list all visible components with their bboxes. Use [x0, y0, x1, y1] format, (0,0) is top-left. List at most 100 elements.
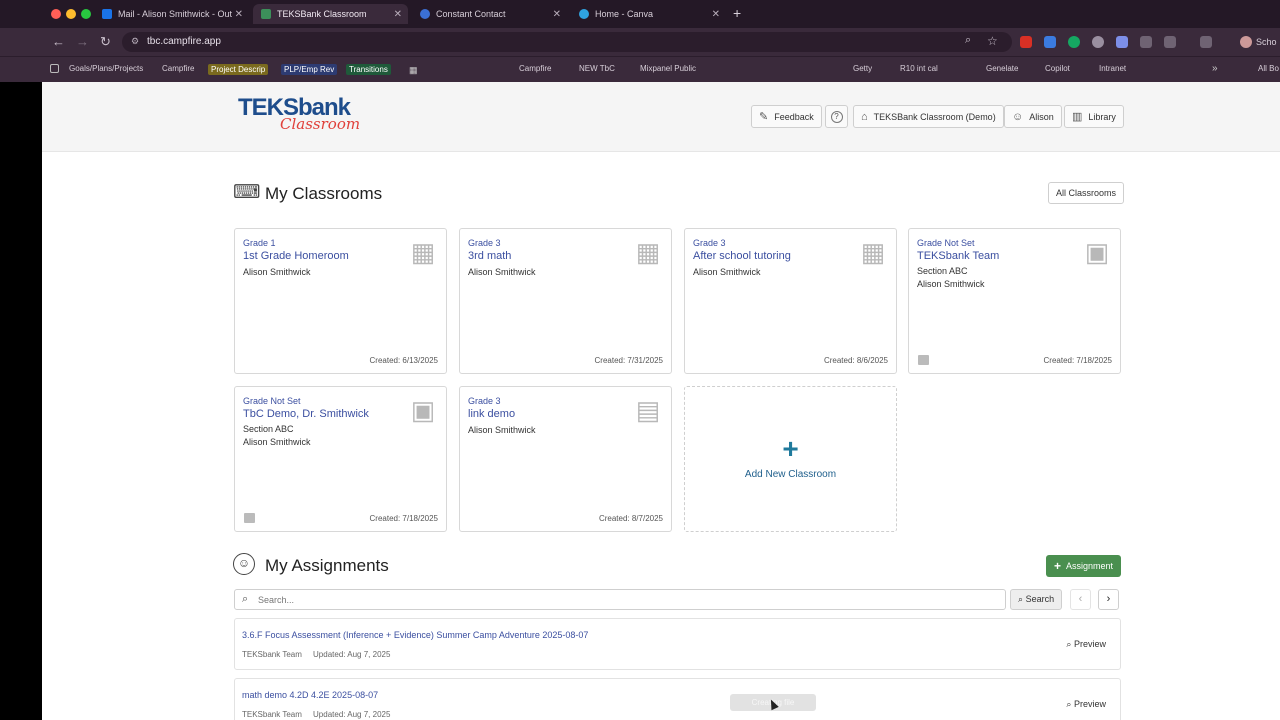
address-bar[interactable]: ⚙ tbc.campfire.app [122, 32, 1012, 52]
more-bookmarks-icon[interactable]: » [1212, 63, 1218, 74]
tab-label: Home - Canva [595, 9, 654, 19]
add-classroom-label[interactable]: Add New Classroom [685, 469, 896, 480]
extension-icon[interactable] [1116, 36, 1128, 48]
bookmark-item[interactable]: Goals/Plans/Projects [69, 64, 143, 73]
org-switcher-button[interactable]: ⌂ TEKSBank Classroom (Demo) [853, 105, 1004, 128]
help-icon: ? [830, 110, 843, 123]
grid-icon[interactable]: ▦ [409, 65, 418, 76]
prev-page-button[interactable]: ‹ [1070, 589, 1091, 610]
sidepanel-icon[interactable] [1200, 36, 1212, 48]
bookmark-item[interactable]: Campfire [519, 64, 551, 73]
forward-icon[interactable]: → [76, 34, 89, 49]
tab-teksbank[interactable]: TEKSBank Classroom ✕ [253, 4, 408, 24]
bookmark-star-icon[interactable]: ☆ [987, 34, 998, 48]
library-button[interactable]: ▥ Library [1064, 105, 1124, 128]
preview-button[interactable]: ⌕ Preview [1066, 639, 1106, 650]
user-menu-button[interactable]: ☺ Alison [1004, 105, 1062, 128]
bookmark-item[interactable]: Transitions [346, 64, 391, 75]
bookmark-item[interactable]: Getty [853, 64, 872, 73]
bookmark-item[interactable]: Project Descrip [208, 64, 269, 75]
search-icon: ⌕ [242, 593, 249, 605]
close-tab-icon[interactable]: ✕ [235, 9, 243, 20]
profile-avatar-icon[interactable] [1240, 36, 1252, 48]
tab-strip: Mail - Alison Smithwick - Out ✕ TEKSBank… [0, 0, 1280, 28]
tab-constant-contact[interactable]: Constant Contact ✕ [412, 4, 567, 24]
assignment-row[interactable]: 3.6.F Focus Assessment (Inference + Evid… [234, 618, 1121, 670]
close-window-button[interactable] [51, 9, 61, 19]
tab-mail[interactable]: Mail - Alison Smithwick - Out ✕ [94, 4, 249, 24]
classroom-card[interactable]: Grade 3 link demo Alison Smithwick ▤ Cre… [459, 386, 672, 532]
classroom-card[interactable]: Grade 3 3rd math Alison Smithwick ▦ Crea… [459, 228, 672, 374]
classroom-name[interactable]: TbC Demo, Dr. Smithwick [243, 408, 369, 420]
classroom-section: Section ABC [243, 424, 294, 434]
search-icon: ⌕ [1066, 639, 1072, 649]
next-page-button[interactable]: › [1098, 589, 1119, 610]
extension-icon[interactable] [1068, 36, 1080, 48]
classroom-name[interactable]: link demo [468, 408, 515, 420]
assignment-search-input[interactable]: ⌕ Search... [234, 589, 1006, 610]
bookmark-item[interactable]: Copilot [1045, 64, 1070, 73]
close-tab-icon[interactable]: ✕ [712, 9, 720, 20]
extensions-puzzle-icon[interactable] [1164, 36, 1176, 48]
preview-button[interactable]: ⌕ Preview [1066, 699, 1106, 710]
reload-icon[interactable]: ↻ [100, 34, 111, 50]
bookmark-item[interactable]: R10 int cal [900, 64, 938, 73]
close-tab-icon[interactable]: ✕ [394, 9, 402, 20]
new-assignment-button[interactable]: + Assignment [1046, 555, 1122, 577]
help-button[interactable]: ? [825, 105, 848, 128]
calculator-icon: ▦ [860, 237, 886, 267]
classroom-teacher: Alison Smithwick [468, 267, 536, 277]
site-info-icon[interactable]: ⚙ [131, 36, 139, 47]
classroom-name[interactable]: 1st Grade Homeroom [243, 250, 349, 262]
bookmark-item[interactable]: Intranet [1099, 64, 1126, 73]
plus-icon: + [1054, 559, 1062, 573]
image-icon [244, 513, 255, 523]
library-label: Library [1088, 111, 1116, 122]
back-icon[interactable]: ← [52, 34, 65, 49]
bookmark-item[interactable]: PLP/Emp Rev [281, 64, 338, 75]
library-icon: ▥ [1072, 111, 1083, 123]
all-bookmarks-item[interactable]: All Bo [1258, 64, 1279, 73]
profile-label[interactable]: Scho [1256, 37, 1277, 47]
classroom-teacher: Alison Smithwick [468, 425, 536, 435]
assignment-row[interactable]: math demo 4.2D 4.2E 2025-08-07 TEKSbank … [234, 678, 1121, 720]
bookmark-item[interactable]: NEW TbC [579, 64, 615, 73]
classroom-card[interactable]: Grade 3 After school tutoring Alison Smi… [684, 228, 897, 374]
classroom-card[interactable]: Grade Not Set TEKSbank Team Section ABC … [908, 228, 1121, 374]
classroom-name[interactable]: 3rd math [468, 250, 511, 262]
new-tab-button[interactable]: + [733, 5, 741, 21]
extension-icon[interactable] [1140, 36, 1152, 48]
minimize-window-button[interactable] [66, 9, 76, 19]
bookmark-item[interactable]: Genelate [986, 64, 1018, 73]
classroom-card[interactable]: Grade 1 1st Grade Homeroom Alison Smithw… [234, 228, 447, 374]
preview-label: Preview [1073, 639, 1106, 649]
extension-icon[interactable] [1044, 36, 1056, 48]
zoom-icon[interactable]: ⌕ [965, 34, 971, 47]
classroom-name[interactable]: After school tutoring [693, 250, 791, 262]
search-button[interactable]: ⌕ Search [1010, 589, 1063, 610]
classroom-section: Section ABC [917, 266, 968, 276]
tab-label: Mail - Alison Smithwick - Out [118, 9, 233, 19]
extension-icon[interactable] [1020, 36, 1032, 48]
bookmark-item[interactable]: Campfire [162, 64, 194, 73]
assignment-meta: TEKSbank Team Updated: Aug 7, 2025 [242, 710, 390, 719]
add-classroom-card[interactable]: + Add New Classroom [684, 386, 897, 532]
assignment-title[interactable]: 3.6.F Focus Assessment (Inference + Evid… [242, 630, 588, 640]
extension-icon[interactable] [1092, 36, 1104, 48]
close-tab-icon[interactable]: ✕ [553, 9, 561, 20]
bookmark-item[interactable]: Mixpanel Public [640, 64, 696, 73]
classroom-card[interactable]: Grade Not Set TbC Demo, Dr. Smithwick Se… [234, 386, 447, 532]
assignment-team: TEKSbank Team [242, 710, 302, 719]
tab-canva[interactable]: Home - Canva ✕ [571, 4, 726, 24]
address-row: ← → ↻ ⚙ tbc.campfire.app ⌕ ☆ Scho [0, 28, 1280, 56]
all-classrooms-button[interactable]: All Classrooms [1048, 182, 1125, 204]
feedback-label: Feedback [774, 111, 814, 122]
classroom-name[interactable]: TEKSbank Team [917, 250, 999, 262]
apps-icon[interactable] [50, 64, 59, 73]
browser-chrome: Mail - Alison Smithwick - Out ✕ TEKSBank… [0, 0, 1280, 82]
search-icon: ⌕ [1018, 594, 1024, 604]
maximize-window-button[interactable] [81, 9, 91, 19]
feedback-button[interactable]: ✎ Feedback [751, 105, 822, 128]
classroom-grade: Grade 3 [468, 238, 501, 248]
assignment-title[interactable]: math demo 4.2D 4.2E 2025-08-07 [242, 690, 378, 700]
